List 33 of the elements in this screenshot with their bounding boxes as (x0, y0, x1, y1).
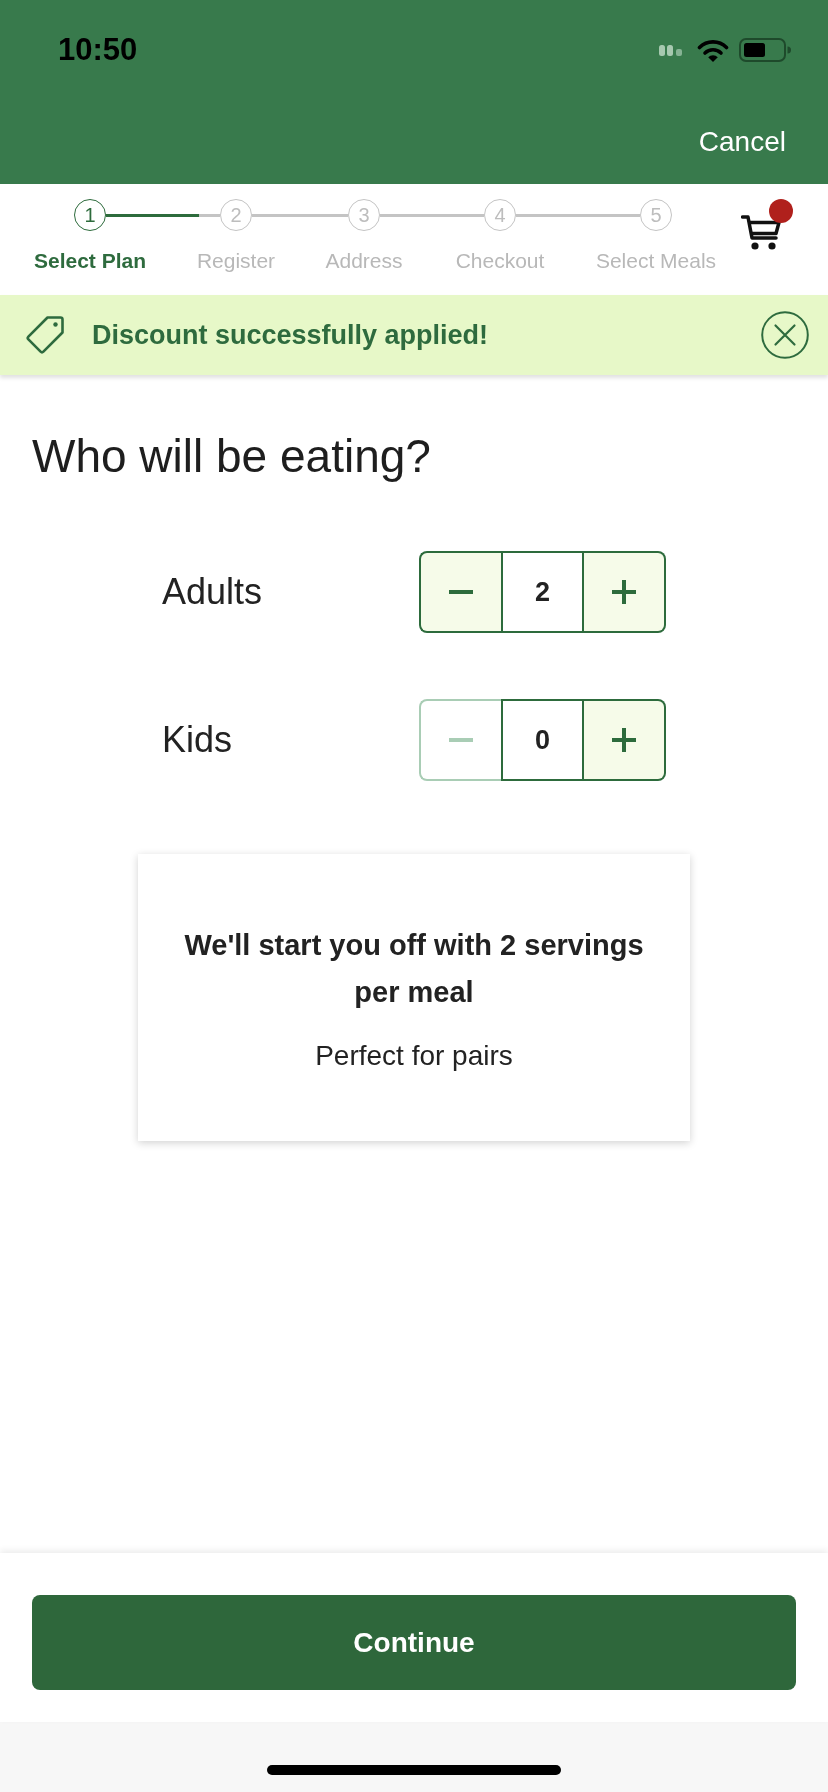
step-number: 1 (74, 199, 106, 231)
summary-title: We'll start you off with 2 servings per meal (183, 927, 645, 1010)
cart-icon[interactable] (741, 214, 781, 251)
count-value: 0 (501, 699, 584, 781)
plus-icon (612, 728, 636, 752)
battery-icon (739, 38, 791, 62)
step-number: 3 (348, 199, 380, 231)
step-label: Checkout (455, 249, 545, 273)
step-label: Address (325, 249, 403, 273)
continue-button[interactable]: Continue (32, 1595, 796, 1690)
close-icon[interactable] (761, 311, 809, 359)
decrement-button[interactable] (419, 551, 501, 633)
cancel-button[interactable]: Cancel (698, 128, 786, 156)
discount-message: Discount successfully applied! (92, 318, 489, 352)
step-label: Register (196, 249, 276, 273)
wifi-icon (697, 38, 729, 62)
increment-button[interactable] (584, 699, 666, 781)
minus-icon (449, 590, 473, 594)
plus-icon (612, 580, 636, 604)
minus-icon (449, 738, 473, 742)
count-value: 2 (501, 551, 584, 633)
tag-icon (25, 315, 65, 355)
summary-subtitle: Perfect for pairs (315, 1038, 513, 1073)
increment-button[interactable] (584, 551, 666, 633)
status-time: 10:50 (58, 30, 138, 69)
counter-label: Adults (162, 570, 263, 614)
step-number: 4 (484, 199, 516, 231)
step-number: 2 (220, 199, 252, 231)
step-label: Select Plan (33, 249, 147, 273)
step-number: 5 (640, 199, 672, 231)
step-label: Select Meals (595, 249, 717, 273)
counter-label: Kids (162, 718, 233, 762)
page-heading: Who will be eating? (32, 429, 431, 483)
